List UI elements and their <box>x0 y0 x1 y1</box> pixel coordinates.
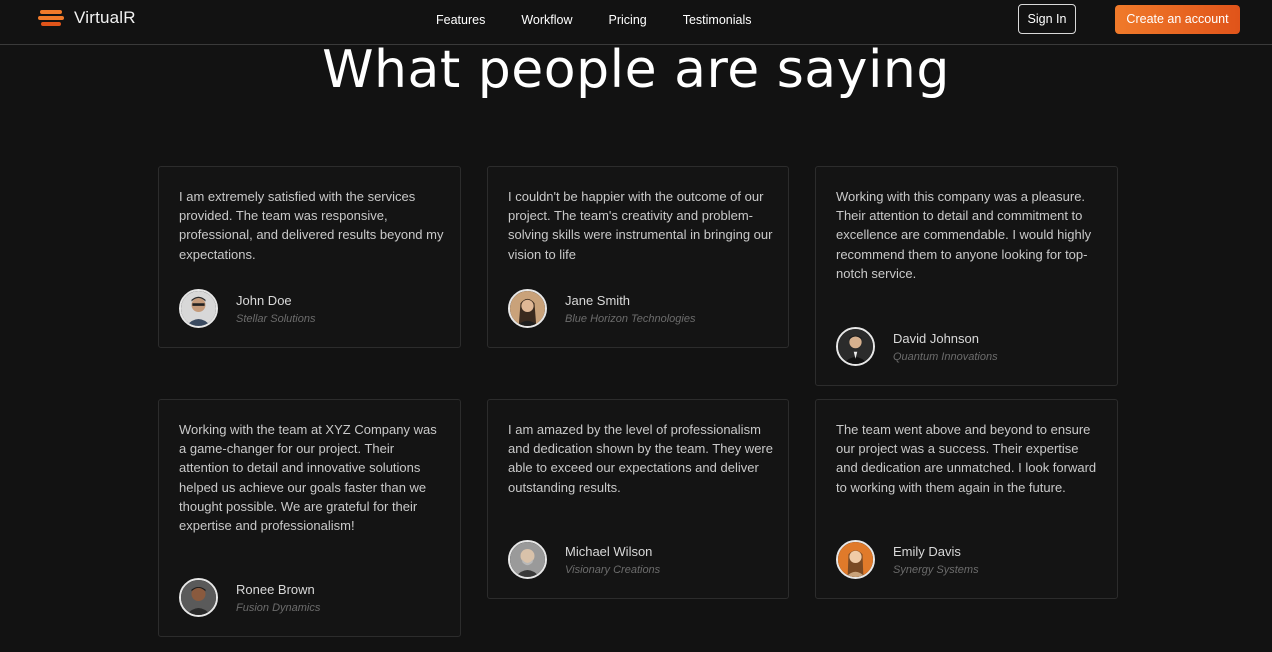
testimonial-card: The team went above and beyond to ensure… <box>815 399 1118 599</box>
author-company: Fusion Dynamics <box>236 601 321 614</box>
section-title: What people are saying <box>322 40 950 100</box>
testimonial-quote: I couldn't be happier with the outcome o… <box>508 189 773 262</box>
nav-actions: Sign In Create an account <box>1018 4 1240 34</box>
testimonial-quote: I am extremely satisfied with the servic… <box>179 189 444 262</box>
nav-link-workflow[interactable]: Workflow <box>503 12 590 28</box>
user-avatar <box>836 327 875 366</box>
brand-name: VirtualR <box>74 8 136 27</box>
testimonial-card: I couldn't be happier with the outcome o… <box>487 166 789 348</box>
author-name: John Doe <box>236 292 292 308</box>
testimonial-card: Working with the team at XYZ Company was… <box>158 399 461 637</box>
author-info: David Johnson Quantum Innovations <box>893 331 998 363</box>
nav-link-pricing[interactable]: Pricing <box>591 12 665 28</box>
author-info: Ronee Brown Fusion Dynamics <box>236 582 320 614</box>
author-company: Synergy Systems <box>893 563 979 576</box>
brand[interactable]: VirtualR <box>38 8 136 28</box>
nav-link-testimonials[interactable]: Testimonials <box>665 12 770 28</box>
testimonial-quote: Working with the team at XYZ Company was… <box>179 422 437 534</box>
virtualr-logo-icon <box>38 10 64 26</box>
author-name: Ronee Brown <box>236 581 315 597</box>
author-company: Stellar Solutions <box>236 312 316 325</box>
testimonial-author: John Doe Stellar Solutions <box>179 289 316 328</box>
user-avatar <box>836 540 875 579</box>
user-avatar <box>508 540 547 579</box>
nav-links: Features Workflow Pricing Testimonials <box>418 12 770 28</box>
sign-in-button[interactable]: Sign In <box>1018 4 1076 34</box>
testimonial-quote: Working with this company was a pleasure… <box>836 189 1092 281</box>
author-company: Quantum Innovations <box>893 350 998 363</box>
author-info: Michael Wilson Visionary Creations <box>565 544 660 576</box>
testimonial-card: Working with this company was a pleasure… <box>815 166 1118 386</box>
testimonial-quote: I am amazed by the level of professional… <box>508 422 773 495</box>
author-name: Michael Wilson <box>565 543 653 559</box>
testimonial-card: I am amazed by the level of professional… <box>487 399 789 599</box>
author-info: Jane Smith Blue Horizon Technologies <box>565 293 695 325</box>
author-name: Emily Davis <box>893 543 961 559</box>
user-avatar <box>508 289 547 328</box>
testimonial-card: I am extremely satisfied with the servic… <box>158 166 461 348</box>
testimonial-author: Michael Wilson Visionary Creations <box>508 540 660 579</box>
testimonial-author: Emily Davis Synergy Systems <box>836 540 979 579</box>
create-account-button[interactable]: Create an account <box>1115 4 1240 34</box>
testimonial-author: David Johnson Quantum Innovations <box>836 327 998 366</box>
author-company: Blue Horizon Technologies <box>565 312 696 325</box>
author-company: Visionary Creations <box>565 563 661 576</box>
testimonial-quote: The team went above and beyond to ensure… <box>836 422 1097 495</box>
author-info: John Doe Stellar Solutions <box>236 293 316 325</box>
nav-link-features[interactable]: Features <box>418 12 503 28</box>
testimonial-author: Jane Smith Blue Horizon Technologies <box>508 289 695 328</box>
author-info: Emily Davis Synergy Systems <box>893 544 979 576</box>
testimonial-author: Ronee Brown Fusion Dynamics <box>179 578 320 617</box>
author-name: Jane Smith <box>565 292 631 308</box>
user-avatar <box>179 578 218 617</box>
author-name: David Johnson <box>893 330 979 346</box>
user-avatar <box>179 289 218 328</box>
top-navbar: VirtualR Features Workflow Pricing Testi… <box>0 0 1272 45</box>
